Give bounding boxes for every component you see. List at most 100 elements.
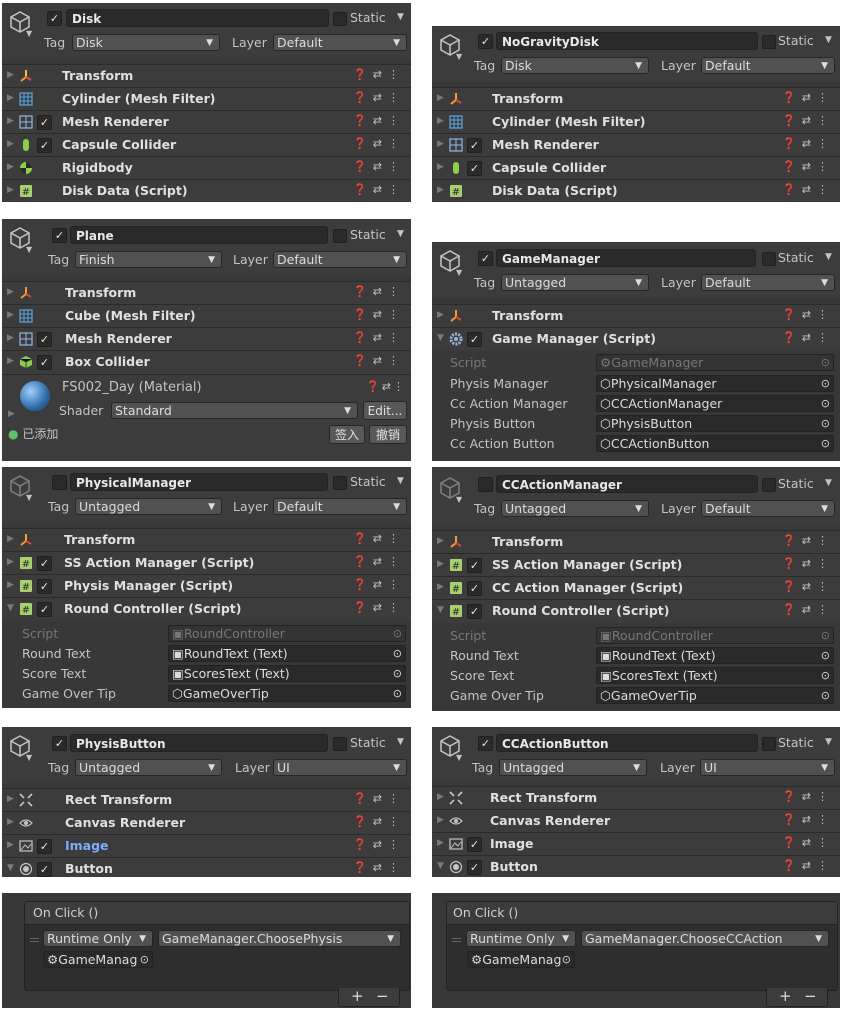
object-name-field[interactable]: CCActionButton: [496, 734, 758, 752]
fold-arrow[interactable]: ▶: [7, 794, 14, 804]
fold-arrow[interactable]: ▶: [437, 116, 444, 126]
target-icon[interactable]: ⊙: [562, 952, 571, 967]
component-tools[interactable]: ❓⇄⋮: [353, 861, 405, 874]
component-tools[interactable]: ❓⇄⋮: [353, 815, 405, 828]
component-rect-transform[interactable]: ▶ Rect Transform ❓⇄⋮: [2, 788, 411, 812]
enabled-checkbox[interactable]: ✓: [467, 581, 482, 596]
component-tools[interactable]: ❓⇄⋮: [782, 183, 834, 196]
component-canvas-renderer[interactable]: ▶ Canvas Renderer ❓⇄⋮: [432, 809, 840, 833]
static-checkbox[interactable]: [333, 229, 347, 243]
target-icon[interactable]: ⊙: [821, 688, 830, 703]
component-tools[interactable]: ❓⇄⋮: [353, 555, 405, 568]
component-physis-manager[interactable]: ▶ # ✓ Physis Manager (Script) ❓⇄⋮: [2, 574, 411, 598]
component-mesh-renderer[interactable]: ▶ ✓ Mesh Renderer ❓⇄⋮: [432, 133, 840, 157]
add-icon[interactable]: +: [779, 987, 792, 1005]
component-round-controller[interactable]: ▼ # ✓ Round Controller (Script) ❓⇄⋮: [2, 597, 411, 621]
field-value-score-text[interactable]: ▣ScoresText (Text) ⊙: [596, 667, 834, 684]
chevron-down-icon[interactable]: ▼: [26, 246, 32, 254]
static-checkbox[interactable]: [762, 478, 776, 492]
revert-button[interactable]: 撤销: [369, 425, 407, 444]
static-checkbox[interactable]: [333, 737, 347, 751]
fold-arrow-expanded[interactable]: ▼: [7, 863, 14, 873]
active-checkbox[interactable]: [52, 475, 67, 490]
target-icon[interactable]: ⊙: [393, 686, 402, 701]
object-name-field[interactable]: GameManager: [496, 249, 756, 267]
component-button[interactable]: ▼ ✓ Button ❓⇄⋮: [2, 857, 411, 877]
component-tools[interactable]: ❓⇄⋮: [353, 183, 405, 196]
static-dropdown-arrow[interactable]: ▼: [825, 737, 832, 747]
fold-arrow[interactable]: ▶: [437, 93, 444, 103]
enabled-checkbox[interactable]: ✓: [467, 837, 482, 852]
object-name-field[interactable]: NoGravityDisk: [496, 32, 758, 50]
layer-dropdown[interactable]: Default ▼: [701, 274, 835, 291]
chevron-down-icon[interactable]: ▼: [26, 754, 32, 762]
target-icon[interactable]: ⊙: [140, 952, 149, 967]
active-checkbox[interactable]: ✓: [478, 34, 493, 49]
fold-arrow[interactable]: ▶: [7, 70, 14, 80]
field-value-physis-button[interactable]: ⬡PhysisButton ⊙: [596, 415, 834, 432]
component-tools[interactable]: ❓⇄⋮: [353, 137, 405, 150]
static-dropdown-arrow[interactable]: ▼: [825, 35, 832, 45]
fold-arrow[interactable]: ▶: [7, 310, 14, 320]
tag-dropdown[interactable]: Disk ▼: [501, 57, 649, 74]
component-button[interactable]: ▼ ✓ Button ❓⇄⋮: [432, 855, 840, 877]
fold-arrow-expanded[interactable]: ▼: [7, 603, 14, 613]
static-dropdown-arrow[interactable]: ▼: [825, 252, 832, 262]
component-tools[interactable]: ❓⇄⋮: [782, 331, 834, 344]
static-checkbox[interactable]: [762, 35, 776, 49]
static-dropdown-arrow[interactable]: ▼: [397, 737, 404, 747]
component-tools[interactable]: ❓⇄⋮: [782, 91, 834, 104]
component-rigidbody[interactable]: ▶ Rigidbody ❓⇄⋮: [2, 156, 411, 180]
enabled-checkbox[interactable]: ✓: [467, 161, 482, 176]
component-tools[interactable]: ❓⇄⋮: [353, 114, 405, 127]
enabled-checkbox[interactable]: ✓: [37, 138, 52, 153]
component-capsule-collider[interactable]: ▶ ✓ Capsule Collider ❓⇄⋮: [432, 156, 840, 180]
object-name-field[interactable]: Disk: [66, 9, 329, 27]
active-checkbox[interactable]: ✓: [478, 736, 493, 751]
component-capsule-collider[interactable]: ▶ ✓ Capsule Collider ❓⇄⋮: [2, 133, 411, 157]
component-image[interactable]: ▶ ✓ Image ❓⇄⋮: [2, 834, 411, 858]
enabled-checkbox[interactable]: ✓: [37, 839, 52, 854]
fold-arrow[interactable]: ▶: [7, 557, 14, 567]
fold-arrow[interactable]: ▶: [7, 139, 14, 149]
enabled-checkbox[interactable]: ✓: [37, 355, 52, 370]
chevron-down-icon[interactable]: ▼: [456, 754, 462, 762]
chevron-down-icon[interactable]: ▼: [456, 53, 462, 61]
target-object-field[interactable]: ⚙GameManag ⊙: [43, 951, 153, 968]
layer-dropdown[interactable]: Default ▼: [701, 500, 835, 517]
layer-dropdown[interactable]: UI ▼: [700, 759, 835, 776]
component-tools[interactable]: ❓⇄⋮: [782, 836, 834, 849]
field-value-cc-action-manager[interactable]: ⬡CCActionManager ⊙: [596, 395, 834, 412]
fold-arrow[interactable]: ▶: [7, 162, 14, 172]
target-icon[interactable]: ⊙: [821, 396, 830, 411]
tag-dropdown[interactable]: Untagged ▼: [501, 500, 649, 517]
layer-dropdown[interactable]: Default ▼: [273, 251, 407, 268]
component-tools[interactable]: ❓⇄⋮: [353, 578, 405, 591]
layer-dropdown[interactable]: UI ▼: [273, 759, 407, 776]
fold-arrow[interactable]: ▶: [437, 792, 444, 802]
object-name-field[interactable]: PhysisButton: [70, 734, 328, 752]
component-tools[interactable]: ❓⇄⋮: [782, 580, 834, 593]
fold-arrow[interactable]: ▶: [7, 333, 14, 343]
shader-dropdown[interactable]: Standard ▼: [111, 402, 358, 419]
component-tools[interactable]: ❓⇄⋮: [353, 601, 405, 614]
drag-handle-icon[interactable]: [452, 938, 461, 942]
static-checkbox[interactable]: [762, 252, 776, 266]
active-checkbox[interactable]: ✓: [52, 228, 67, 243]
fold-arrow[interactable]: ▶: [437, 582, 444, 592]
component-mesh-filter[interactable]: ▶ Cylinder (Mesh Filter) ❓⇄⋮: [2, 87, 411, 111]
target-object-field[interactable]: ⚙GameManag ⊙: [467, 951, 575, 968]
static-dropdown-arrow[interactable]: ▼: [397, 229, 404, 239]
fold-arrow[interactable]: ▶: [437, 815, 444, 825]
component-tools[interactable]: ❓⇄⋮: [782, 813, 834, 826]
tag-dropdown[interactable]: Untagged ▼: [75, 759, 222, 776]
component-mesh-filter[interactable]: ▶ Cube (Mesh Filter) ❓⇄⋮: [2, 304, 411, 328]
component-tools[interactable]: ❓⇄⋮: [782, 160, 834, 173]
fold-arrow-expanded[interactable]: ▼: [437, 605, 444, 615]
component-mesh-renderer[interactable]: ▶ ✓ Mesh Renderer ❓⇄⋮: [2, 110, 411, 134]
component-tools[interactable]: ❓⇄⋮: [353, 91, 405, 104]
runtime-mode-dropdown[interactable]: Runtime Only ▼: [466, 930, 576, 947]
component-mesh-renderer[interactable]: ▶ ✓ Mesh Renderer ❓⇄⋮: [2, 327, 411, 351]
fold-arrow-expanded[interactable]: ▼: [437, 333, 444, 343]
component-tools[interactable]: ❓⇄⋮: [353, 308, 405, 321]
